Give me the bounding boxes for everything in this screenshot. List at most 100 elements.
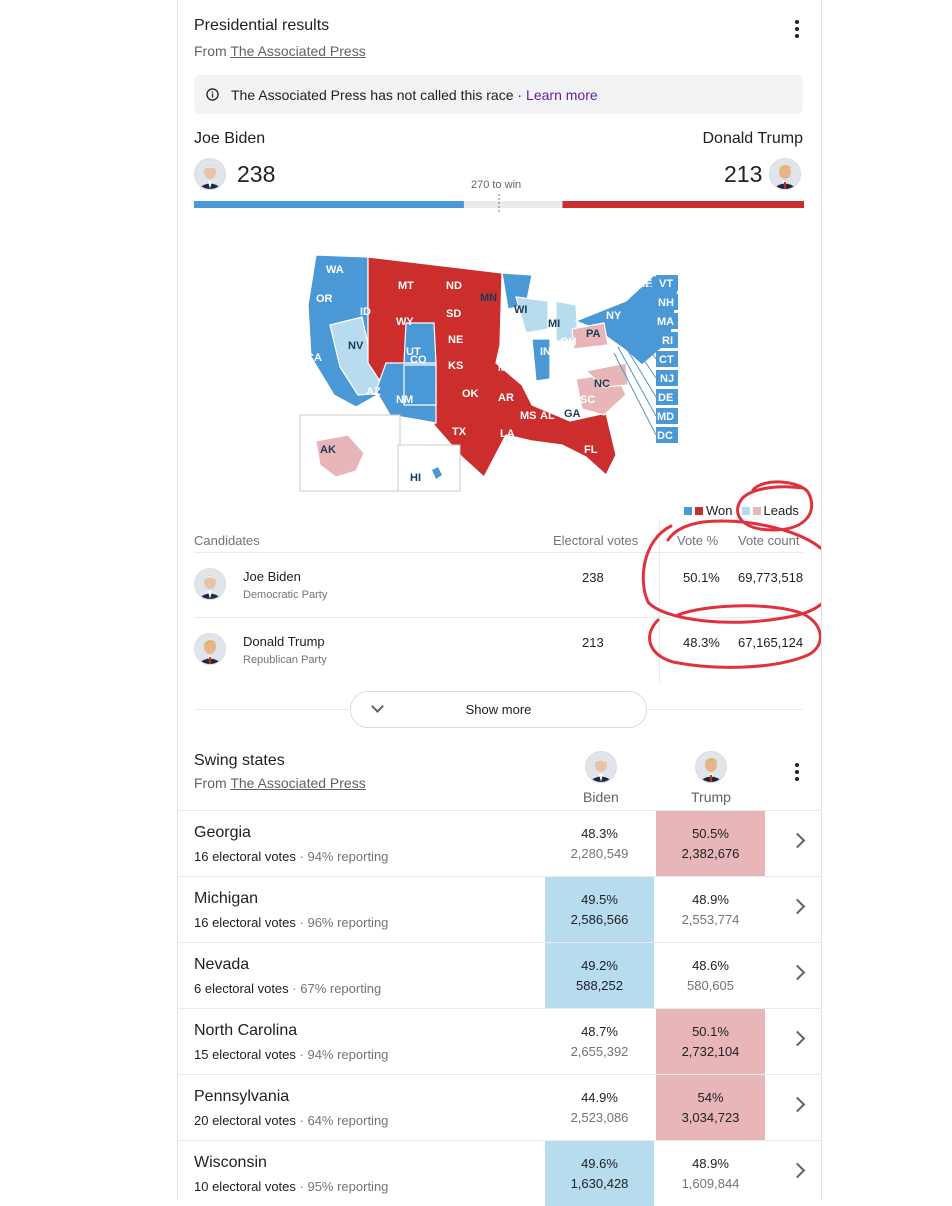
swing-biden-cell: 49.2% 588,252 (545, 943, 654, 1008)
swing-state-row[interactable]: Georgia 16 electoral votes · 94% reportin… (178, 810, 821, 876)
show-more-label: Show more (465, 702, 532, 717)
swing-trump-cell: 48.9% 2,553,774 (656, 877, 765, 942)
swing-biden-count: 2,655,392 (570, 1043, 629, 1059)
more-options-icon[interactable] (794, 20, 800, 38)
chevron-right-icon[interactable] (789, 964, 806, 981)
swing-state-ev: 16 electoral votes (194, 849, 296, 864)
swing-biden-cell: 48.7% 2,655,392 (545, 1009, 654, 1074)
svg-text:ID: ID (360, 306, 371, 318)
svg-text:CA: CA (306, 352, 322, 364)
chevron-right-icon[interactable] (789, 898, 806, 915)
swing-biden-cell: 44.9% 2,523,086 (545, 1075, 654, 1140)
swing-state-reporting: 64% reporting (307, 1113, 389, 1128)
red-annotation-marks (641, 480, 821, 669)
swing-trump-cell: 54% 3,034,723 (656, 1075, 765, 1140)
swing-state-ev: 16 electoral votes (194, 915, 296, 930)
swing-state-row[interactable]: Wisconsin 10 electoral votes · 95% report… (178, 1140, 821, 1206)
svg-text:MN: MN (480, 292, 497, 304)
svg-text:ND: ND (446, 280, 462, 292)
swing-biden-cell: 49.5% 2,586,566 (545, 877, 654, 942)
swing-state-row[interactable]: Pennsylvania 20 electoral votes · 64% rep… (178, 1074, 821, 1140)
col-candidates: Candidates (194, 533, 260, 548)
swing-biden-cell: 48.3% 2,280,549 (545, 811, 654, 876)
swing-trump-pct: 50.5% (692, 825, 729, 841)
swing-state-reporting: 94% reporting (307, 1047, 389, 1062)
biden-progress (194, 201, 464, 208)
svg-text:MS: MS (520, 410, 537, 422)
candidate-right-name: Donald Trump (702, 130, 804, 147)
swing-biden-cell: 49.6% 1,630,428 (545, 1141, 654, 1206)
swing-biden-pct: 48.3% (581, 825, 618, 841)
swing-more-options-icon[interactable] (794, 763, 800, 781)
chevron-right-icon[interactable] (789, 832, 806, 849)
svg-text:ME: ME (636, 278, 653, 290)
svg-text:TN: TN (540, 382, 555, 394)
learn-more-link[interactable]: Learn more (526, 87, 598, 103)
svg-text:NJ: NJ (660, 373, 674, 385)
swing-state-row[interactable]: North Carolina 15 electoral votes · 94% r… (178, 1008, 821, 1074)
swing-biden-count: 2,280,549 (570, 845, 629, 861)
swing-state-ev: 6 electoral votes (194, 981, 289, 996)
svg-text:NC: NC (594, 378, 610, 390)
swing-trump-count: 1,609,844 (681, 1175, 740, 1191)
svg-text:AZ: AZ (366, 386, 381, 398)
swing-biden-count: 1,630,428 (570, 1175, 629, 1191)
swing-trump-count: 3,034,723 (681, 1109, 740, 1125)
to-win-label: 270 to win (471, 179, 522, 191)
swing-biden-pct: 48.7% (581, 1023, 618, 1039)
biden-row-avatar (194, 568, 226, 600)
swing-state-row[interactable]: Michigan 16 electoral votes · 96% reporti… (178, 876, 821, 942)
swing-trump-pct: 48.9% (692, 1155, 729, 1171)
svg-text:VA: VA (598, 358, 613, 370)
svg-text:WI: WI (514, 304, 527, 316)
swing-biden-pct: 49.2% (581, 957, 618, 973)
svg-text:CT: CT (659, 354, 674, 366)
svg-text:AL: AL (540, 410, 555, 422)
svg-text:WY: WY (396, 316, 414, 328)
swing-source-link[interactable]: The Associated Press (230, 775, 365, 791)
svg-text:OR: OR (316, 293, 333, 305)
svg-text:HI: HI (410, 472, 421, 484)
swing-state-name: Nevada (194, 956, 250, 973)
svg-text:GA: GA (564, 408, 581, 420)
swing-state-reporting: 67% reporting (300, 981, 382, 996)
swing-state-reporting: 96% reporting (307, 915, 389, 930)
info-icon (206, 88, 219, 101)
swing-trump-pct: 54% (697, 1089, 724, 1105)
swing-trump-pct: 50.1% (692, 1023, 729, 1039)
electoral-map[interactable]: WAMT ND ORIDWY SDMNWI MIIANE UTNVCA CO KS M… (286, 245, 806, 495)
swing-state-detail: 16 electoral votes · 94% reporting (194, 849, 389, 864)
svg-text:SC: SC (580, 394, 595, 406)
swing-biden-pct: 49.6% (581, 1155, 618, 1171)
swing-trump-count: 2,382,676 (681, 845, 740, 861)
chevron-right-icon[interactable] (789, 1162, 806, 1179)
show-more-button[interactable]: Show more (350, 691, 647, 728)
svg-text:IL: IL (524, 346, 534, 358)
swing-trump-cell: 48.6% 580,605 (656, 943, 765, 1008)
swing-state-detail: 16 electoral votes · 96% reporting (194, 915, 389, 930)
source-link[interactable]: The Associated Press (230, 43, 365, 59)
swing-biden-count: 2,523,086 (570, 1109, 629, 1125)
swing-trump-count: 2,553,774 (681, 911, 740, 927)
chevron-right-icon[interactable] (789, 1030, 806, 1047)
swing-state-row[interactable]: Nevada 6 electoral votes · 67% reporting 4… (178, 942, 821, 1008)
svg-text:OH: OH (560, 336, 577, 348)
swing-trump-count: 580,605 (687, 977, 734, 993)
from-label: From (194, 43, 227, 59)
swing-state-name: Pennsylvania (194, 1088, 290, 1105)
trump-row-party: Republican Party (243, 654, 327, 666)
svg-text:VT: VT (659, 278, 673, 290)
source-line: From The Associated Press (194, 43, 366, 59)
svg-text:IN: IN (540, 346, 551, 358)
chevron-right-icon[interactable] (789, 1096, 806, 1113)
biden-row-name: Joe Biden (243, 569, 301, 584)
svg-text:MA: MA (657, 316, 674, 328)
svg-text:LA: LA (500, 428, 515, 440)
svg-text:IA: IA (520, 330, 531, 342)
swing-state-detail: 10 electoral votes · 95% reporting (194, 1179, 389, 1194)
svg-text:MD: MD (657, 411, 674, 423)
swing-trump-avatar (695, 751, 727, 783)
biden-electoral-total: 238 (237, 161, 276, 187)
swing-col-trump: Trump (691, 789, 731, 805)
trump-row-electoral: 213 (582, 635, 604, 650)
